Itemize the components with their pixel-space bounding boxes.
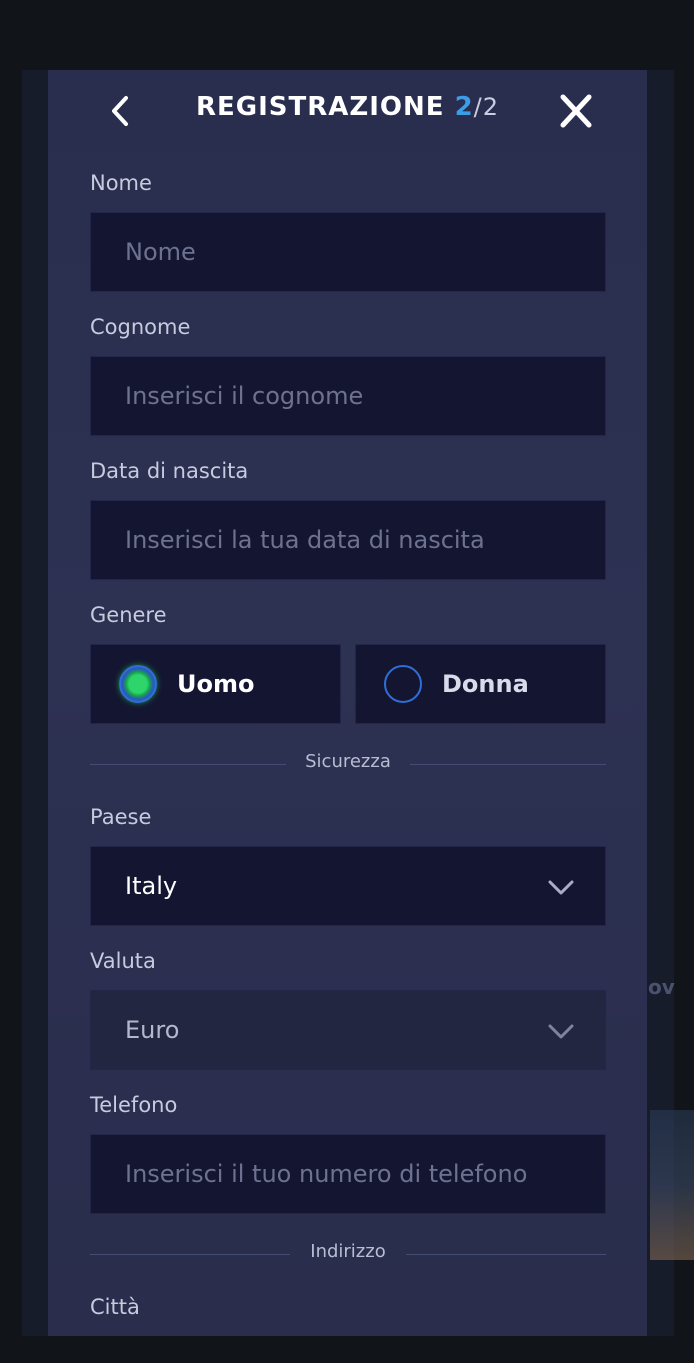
nome-label: Nome <box>90 171 152 195</box>
cognome-input[interactable]: Inserisci il cognome <box>90 356 606 436</box>
cognome-placeholder: Inserisci il cognome <box>125 382 364 410</box>
section-title: Indirizzo <box>310 1241 386 1262</box>
gender-option-uomo[interactable]: Uomo <box>90 644 341 724</box>
step-current: 2 <box>454 92 474 122</box>
step-total: 2 <box>482 93 500 121</box>
cognome-label: Cognome <box>90 315 191 339</box>
section-divider-sicurezza: Sicurezza <box>90 749 606 779</box>
paese-value: Italy <box>125 872 178 900</box>
modal-header: REGISTRAZIONE 2/2 <box>48 70 647 150</box>
divider-line <box>406 1254 606 1255</box>
chevron-down-icon <box>548 1024 574 1039</box>
background-image-card <box>650 1110 694 1260</box>
nome-placeholder: Nome <box>125 238 196 266</box>
paese-select[interactable]: Italy <box>90 846 606 926</box>
gender-option-label: Donna <box>442 670 529 698</box>
chevron-down-icon <box>548 880 574 895</box>
telefono-placeholder: Inserisci il tuo numero di telefono <box>125 1160 528 1188</box>
nome-input[interactable]: Nome <box>90 212 606 292</box>
radio-unselected-icon <box>384 665 422 703</box>
registration-modal: REGISTRAZIONE 2/2 Nome Nome Cognome Inse… <box>48 70 647 1336</box>
data-nascita-label: Data di nascita <box>90 459 249 483</box>
data-nascita-input[interactable]: Inserisci la tua data di nascita <box>90 500 606 580</box>
gender-option-label: Uomo <box>177 670 255 698</box>
valuta-select[interactable]: Euro <box>90 990 606 1070</box>
telefono-label: Telefono <box>90 1093 178 1117</box>
section-title: Sicurezza <box>305 751 391 772</box>
radio-selected-icon <box>119 665 157 703</box>
paese-label: Paese <box>90 805 152 829</box>
title-text: REGISTRAZIONE <box>195 92 445 122</box>
divider-line <box>410 764 606 765</box>
background-text: ov <box>648 975 675 999</box>
close-icon <box>560 94 592 128</box>
citta-label: Città <box>90 1295 140 1319</box>
section-divider-indirizzo: Indirizzo <box>90 1239 606 1269</box>
telefono-input[interactable]: Inserisci il tuo numero di telefono <box>90 1134 606 1214</box>
gender-option-donna[interactable]: Donna <box>355 644 606 724</box>
step-separator: / <box>473 93 483 121</box>
close-button[interactable] <box>558 94 594 128</box>
valuta-value: Euro <box>125 1016 180 1044</box>
valuta-label: Valuta <box>90 949 156 973</box>
genere-label: Genere <box>90 603 167 627</box>
data-nascita-placeholder: Inserisci la tua data di nascita <box>125 526 485 554</box>
